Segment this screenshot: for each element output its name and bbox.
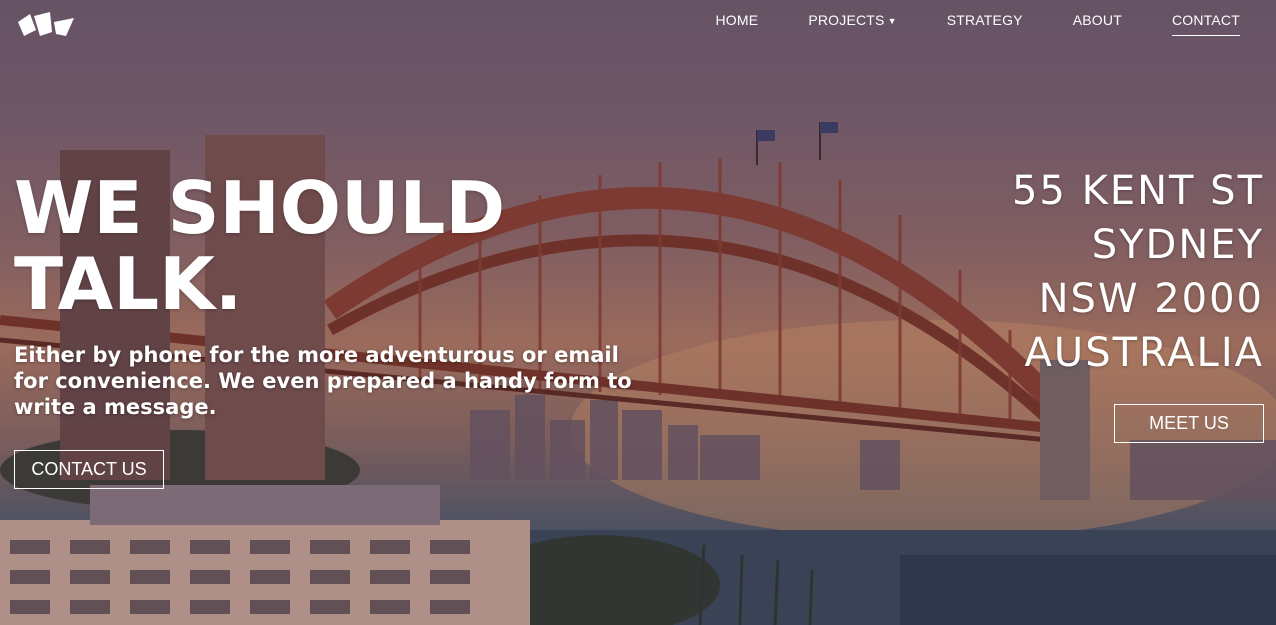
brand-logo-icon[interactable] xyxy=(16,8,76,38)
top-navigation: HOME PROJECTS ▼ STRATEGY ABOUT CONTACT xyxy=(0,0,1276,44)
headline-line-1: WE SHOULD xyxy=(14,166,506,250)
headline-line-2: TALK. xyxy=(14,242,243,326)
nav-about[interactable]: ABOUT xyxy=(1073,12,1122,36)
nav-home[interactable]: HOME xyxy=(716,12,759,36)
address-street: 55 KENT ST xyxy=(1011,168,1264,214)
nav-strategy[interactable]: STRATEGY xyxy=(947,12,1023,36)
address-city: SYDNEY xyxy=(1091,222,1264,268)
nav-projects[interactable]: PROJECTS ▼ xyxy=(808,12,896,36)
nav-contact[interactable]: CONTACT xyxy=(1171,12,1240,36)
page-headline: WE SHOULD TALK. xyxy=(14,170,534,322)
address-block: 55 KENT ST SYDNEY NSW 2000 AUSTRALIA xyxy=(1012,164,1264,380)
contact-us-button[interactable]: CONTACT US xyxy=(14,450,164,489)
lead-text: Either by phone for the more adventurous… xyxy=(14,343,632,419)
meet-us-button[interactable]: MEET US xyxy=(1114,404,1264,443)
nav-projects-label: PROJECTS xyxy=(808,12,885,28)
address-state-postcode: NSW 2000 xyxy=(1038,276,1264,322)
address-country: AUSTRALIA xyxy=(1024,330,1264,376)
main-menu: HOME PROJECTS ▼ STRATEGY ABOUT CONTACT xyxy=(666,12,1240,36)
chevron-down-icon: ▼ xyxy=(887,16,897,26)
